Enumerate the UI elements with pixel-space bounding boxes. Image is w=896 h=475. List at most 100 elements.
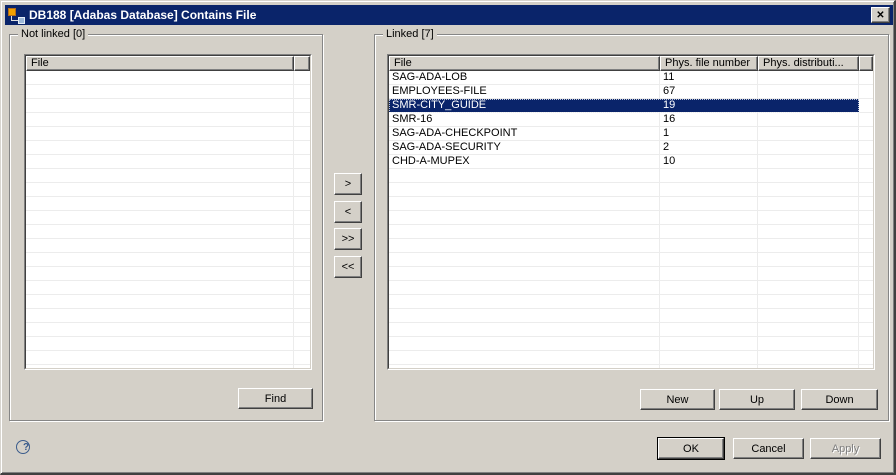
table-row-empty <box>26 267 310 281</box>
table-cell <box>26 225 294 238</box>
table-cell <box>294 337 310 350</box>
linked-group-label: Linked [7] <box>383 28 437 41</box>
ok-button[interactable]: OK <box>658 438 724 459</box>
column-header-file[interactable]: File <box>389 56 660 71</box>
cancel-button[interactable]: Cancel <box>733 438 804 459</box>
not-linked-table[interactable]: File <box>24 54 312 370</box>
table-cell <box>660 211 758 224</box>
table-cell: 19 <box>660 99 758 112</box>
apply-button: Apply <box>810 438 881 459</box>
table-row[interactable]: CHD-A-MUPEX 10 <box>389 155 873 169</box>
app-icon-connector <box>11 20 18 21</box>
table-row-empty <box>389 351 873 365</box>
app-icon-square-orange <box>8 8 16 16</box>
table-row[interactable]: SAG-ADA-CHECKPOINT 1 <box>389 127 873 141</box>
table-row[interactable]: SAG-ADA-SECURITY 2 <box>389 141 873 155</box>
table-cell <box>294 295 310 308</box>
new-button[interactable]: New <box>640 389 715 410</box>
table-row[interactable]: SMR-16 16 <box>389 113 873 127</box>
table-cell <box>660 365 758 368</box>
move-left-button[interactable]: < <box>334 201 362 223</box>
table-cell <box>26 155 294 168</box>
table-cell <box>294 365 310 368</box>
table-cell <box>758 211 859 224</box>
table-row-empty <box>389 309 873 323</box>
table-cell <box>294 71 310 84</box>
table-cell <box>859 267 873 280</box>
table-row-empty <box>389 281 873 295</box>
table-row-empty <box>26 239 310 253</box>
table-row-empty <box>389 253 873 267</box>
table-cell <box>660 169 758 182</box>
column-header-phys-file-number[interactable]: Phys. file number <box>660 56 758 71</box>
column-header-file[interactable]: File <box>26 56 294 71</box>
find-button[interactable]: Find <box>238 388 313 409</box>
table-row-empty <box>26 127 310 141</box>
table-cell <box>389 351 660 364</box>
table-cell <box>758 99 859 112</box>
table-row-empty <box>26 71 310 85</box>
table-cell <box>859 71 873 84</box>
table-cell <box>294 351 310 364</box>
table-cell <box>294 169 310 182</box>
table-cell <box>26 267 294 280</box>
table-row[interactable]: EMPLOYEES-FILE 67 <box>389 85 873 99</box>
help-icon[interactable]: ? <box>16 440 30 454</box>
table-cell <box>859 253 873 266</box>
table-cell <box>389 295 660 308</box>
table-row[interactable]: SAG-ADA-LOB 11 <box>389 71 873 85</box>
table-row-empty <box>26 211 310 225</box>
move-right-button[interactable]: > <box>334 173 362 195</box>
move-all-left-button[interactable]: << <box>334 256 362 278</box>
table-cell <box>26 295 294 308</box>
table-cell <box>859 211 873 224</box>
table-cell: SAG-ADA-SECURITY <box>389 141 660 154</box>
table-cell <box>758 309 859 322</box>
down-button[interactable]: Down <box>801 389 878 410</box>
app-icon-square-blue <box>18 17 25 24</box>
table-cell <box>660 281 758 294</box>
table-cell <box>758 71 859 84</box>
table-cell <box>859 365 873 368</box>
table-cell <box>26 309 294 322</box>
table-row-empty <box>389 365 873 368</box>
table-cell <box>758 365 859 368</box>
close-icon[interactable]: ✕ <box>871 7 890 23</box>
table-cell <box>758 351 859 364</box>
table-row-empty <box>26 309 310 323</box>
up-button[interactable]: Up <box>719 389 795 410</box>
table-row[interactable]: SMR-CITY_GUIDE 19 <box>389 99 873 113</box>
table-cell <box>294 197 310 210</box>
not-linked-group-label: Not linked [0] <box>18 28 89 41</box>
table-cell <box>660 183 758 196</box>
table-cell <box>389 183 660 196</box>
table-cell: SAG-ADA-LOB <box>389 71 660 84</box>
table-cell <box>859 295 873 308</box>
table-cell <box>660 253 758 266</box>
table-cell <box>389 337 660 350</box>
table-cell <box>758 337 859 350</box>
table-cell <box>660 309 758 322</box>
column-header-phys-distribution[interactable]: Phys. distributi... <box>758 56 859 71</box>
table-cell <box>660 197 758 210</box>
table-cell <box>758 239 859 252</box>
titlebar[interactable]: DB188 [Adabas Database] Contains File ✕ <box>5 5 893 25</box>
table-cell <box>26 365 294 368</box>
table-row-empty <box>389 323 873 337</box>
table-row-empty <box>26 253 310 267</box>
table-cell <box>389 239 660 252</box>
table-cell <box>660 225 758 238</box>
linked-group: Linked [7] File Phys. file number Phys. … <box>374 28 889 421</box>
table-cell <box>26 337 294 350</box>
table-cell <box>859 225 873 238</box>
table-cell: SAG-ADA-CHECKPOINT <box>389 127 660 140</box>
table-cell <box>758 155 859 168</box>
table-cell <box>859 155 873 168</box>
table-cell <box>294 113 310 126</box>
move-all-right-button[interactable]: >> <box>334 228 362 250</box>
linked-table[interactable]: File Phys. file number Phys. distributi.… <box>387 54 875 370</box>
table-row-empty <box>389 197 873 211</box>
table-cell <box>294 99 310 112</box>
table-cell <box>660 239 758 252</box>
table-cell <box>660 337 758 350</box>
